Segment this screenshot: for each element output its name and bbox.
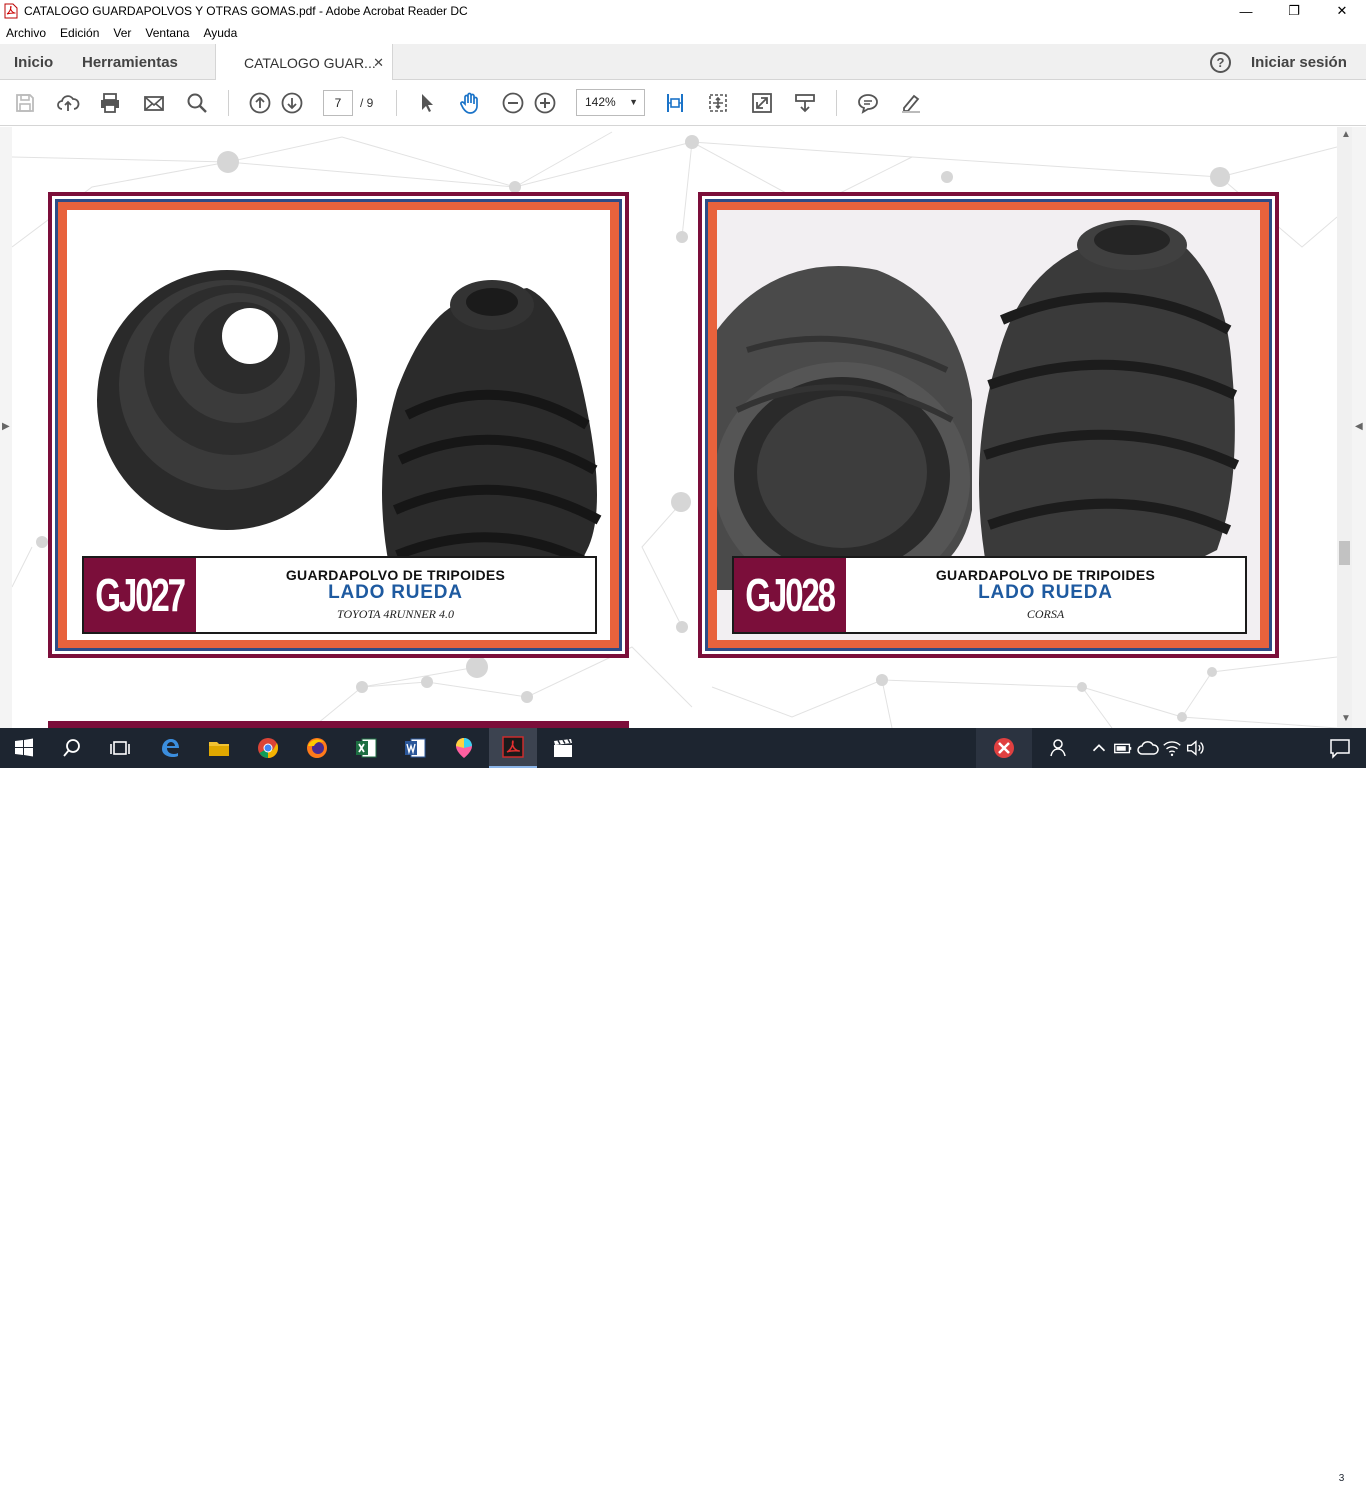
chevron-down-icon: ▼ [629,97,638,107]
volume-icon[interactable] [1184,728,1206,768]
email-icon[interactable] [141,90,167,116]
save-icon[interactable] [12,90,38,116]
product-code: GJ027 [95,569,187,621]
zoom-select[interactable]: 142% ▼ [576,89,645,116]
menu-ver[interactable]: Ver [113,26,131,40]
next-product-card [48,721,629,728]
product-model: CORSA [1026,607,1065,621]
tab-document-label: CATALOGO GUAR... [244,54,376,71]
clock-date: 11-08-2018 [1249,1477,1305,1489]
product-code-box: GJ027 [84,558,196,632]
print-icon[interactable] [97,90,123,116]
select-cursor-icon[interactable] [414,90,440,116]
product-model: TOYOTA 4RUNNER 4.0 [336,607,455,621]
window-title: CATALOGO GUARDAPOLVOS Y OTRAS GOMAS.pdf … [24,4,468,18]
product-card-gj028: GJ028 GUARDAPOLVO DE TRIPOIDES LADO RUED… [698,192,1279,658]
paint3d-icon[interactable] [440,728,488,768]
menu-bar: Archivo Edición Ver Ventana Ayuda [0,22,1366,44]
fullscreen-icon[interactable] [749,90,775,116]
scroll-down-icon[interactable]: ▼ [1341,713,1351,724]
movie-maker-icon[interactable] [539,728,587,768]
acrobat-icon[interactable] [489,728,537,768]
vertical-scrollbar[interactable] [1337,127,1352,728]
clock[interactable]: 11:19 p.m. 11-08-2018 [1247,1459,1307,1491]
maximize-button[interactable]: ❐ [1270,0,1318,22]
fit-page-icon[interactable] [662,90,688,116]
tab-bar: Inicio Herramientas CATALOGO GUAR... ✕ ?… [0,44,1366,81]
product-label: GJ028 GUARDAPOLVO DE TRIPOIDES LADO RUED… [732,556,1247,634]
hand-icon[interactable] [457,90,483,116]
page-up-icon[interactable] [247,90,273,116]
product-code: GJ028 [745,569,837,621]
comment-icon[interactable] [855,90,881,116]
word-icon[interactable] [391,728,439,768]
chrome-icon[interactable] [244,728,292,768]
page-down-icon[interactable] [279,90,305,116]
start-icon[interactable] [0,728,48,768]
zoom-in-icon[interactable] [532,90,558,116]
menu-ayuda[interactable]: Ayuda [203,26,237,40]
right-panel-arrow-icon[interactable]: ◀ [1355,421,1363,432]
left-panel-arrow-icon[interactable]: ▶ [2,421,10,432]
scrollbar-thumb[interactable] [1339,541,1350,565]
product-subtitle: LADO RUEDA [328,582,463,603]
scroll-up-icon[interactable]: ▲ [1341,129,1351,140]
wifi-icon[interactable] [1161,728,1183,768]
excel-icon[interactable] [342,728,390,768]
document-area[interactable]: ▶ GJ027 GUARDAPOLVO DE TRIPOIDES LADO RU… [0,127,1366,728]
tab-herramientas[interactable]: Herramientas [82,44,178,80]
product-label: GJ027 GUARDAPOLVO DE TRIPOIDES LADO RUED… [82,556,597,634]
upload-icon[interactable] [55,90,81,116]
zoom-value: 142% [585,95,616,109]
tray-app-icon[interactable] [976,728,1032,768]
notification-icon[interactable] [1320,728,1360,768]
notification-count: 3 [1335,1472,1348,1485]
toolbar [0,80,1366,126]
pdf-page: GJ027 GUARDAPOLVO DE TRIPOIDES LADO RUED… [12,127,1337,728]
battery-icon[interactable] [1112,728,1134,768]
page-total: / 9 [360,96,374,110]
menu-archivo[interactable]: Archivo [6,26,46,40]
task-view-icon[interactable] [96,728,144,768]
file-explorer-icon[interactable] [195,728,243,768]
close-window-button[interactable]: ✕ [1318,0,1366,22]
firefox-icon[interactable] [293,728,341,768]
chevron-up-icon[interactable] [1088,728,1110,768]
tab-document[interactable]: CATALOGO GUAR... ✕ [215,44,393,81]
help-icon[interactable]: ? [1210,52,1231,73]
page-number-input[interactable]: 7 [323,90,353,116]
search-icon[interactable] [184,90,210,116]
product-subtitle: LADO RUEDA [978,582,1113,603]
scroll-mode-icon[interactable] [792,90,818,116]
zoom-out-icon[interactable] [500,90,526,116]
minimize-button[interactable]: — [1222,0,1270,22]
search-icon[interactable] [48,728,96,768]
edge-icon[interactable] [146,728,194,768]
highlight-icon[interactable] [898,90,924,116]
fit-width-icon[interactable] [705,90,731,116]
taskbar: ESP 11:19 p.m. 11-08-2018 3 [0,728,1366,1489]
signin-button[interactable]: Iniciar sesión [1251,44,1347,80]
tab-inicio[interactable]: Inicio [14,44,53,80]
product-title: GUARDAPOLVO DE TRIPOIDES [935,567,1156,583]
title-bar: CATALOGO GUARDAPOLVOS Y OTRAS GOMAS.pdf … [0,0,1366,22]
clock-time: 11:19 p.m. [1251,1461,1303,1473]
menu-ventana[interactable]: Ventana [145,26,189,40]
pdf-file-icon [4,3,18,19]
people-icon[interactable] [1040,728,1080,768]
product-code-box: GJ028 [734,558,846,632]
product-card-gj027: GJ027 GUARDAPOLVO DE TRIPOIDES LADO RUED… [48,192,629,658]
language-indicator[interactable]: ESP [1214,1469,1236,1481]
menu-edicion[interactable]: Edición [60,26,99,40]
cloud-sync-icon[interactable] [1136,728,1160,768]
close-tab-icon[interactable]: ✕ [373,55,384,71]
product-title: GUARDAPOLVO DE TRIPOIDES [285,567,506,583]
